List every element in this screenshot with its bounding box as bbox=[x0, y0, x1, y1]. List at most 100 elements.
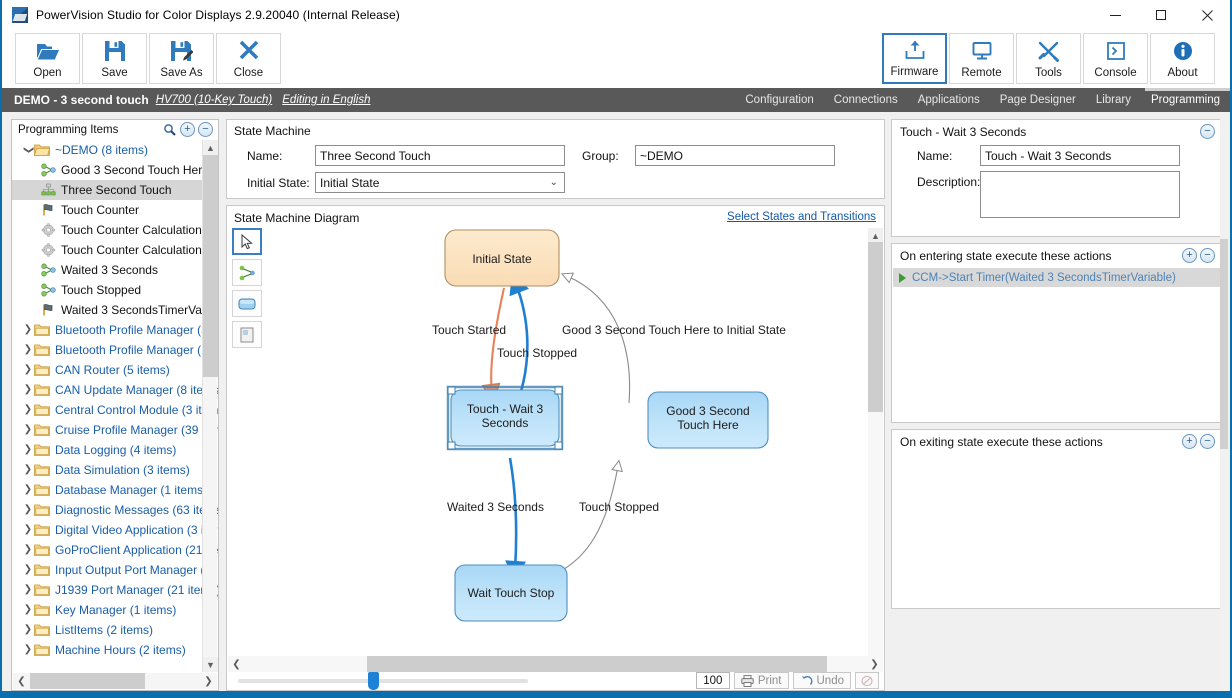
transition-tool[interactable] bbox=[232, 259, 262, 286]
chevron-right-icon[interactable]: ❯ bbox=[22, 405, 34, 415]
zoom-slider-thumb[interactable] bbox=[368, 671, 379, 690]
device-model-link[interactable]: HV700 (10-Key Touch) bbox=[156, 94, 273, 106]
tree-vertical-scrollbar[interactable]: ▲ ▼ bbox=[202, 140, 218, 672]
tree-horizontal-scrollbar[interactable]: ❮ ❯ bbox=[13, 673, 217, 689]
tools-button[interactable]: Tools bbox=[1016, 33, 1081, 84]
tree-folder-row[interactable]: ❯ J1939 Port Manager (21 items) bbox=[12, 580, 218, 600]
tree-item-row[interactable]: Touch Counter Calculation Ev bbox=[12, 240, 218, 260]
note-tool[interactable] bbox=[232, 321, 262, 348]
tree-item-row[interactable]: Touch Counter Calculation Ev bbox=[12, 220, 218, 240]
tree-item-row[interactable]: Touch Counter bbox=[12, 200, 218, 220]
remove-entering-action-button[interactable]: − bbox=[1200, 248, 1215, 263]
tree-folder-row[interactable]: ❯ Input Output Port Manager (1 i bbox=[12, 560, 218, 580]
tree-folder-row[interactable]: ❯ CAN Update Manager (8 items bbox=[12, 380, 218, 400]
tree-item-row[interactable]: Touch Stopped bbox=[12, 280, 218, 300]
tree-folder-row[interactable]: ❯ Machine Hours (2 items) bbox=[12, 640, 218, 660]
collapse-all-button[interactable]: − bbox=[198, 122, 213, 137]
close-file-button[interactable]: Close bbox=[216, 33, 281, 84]
expand-all-button[interactable]: + bbox=[180, 122, 195, 137]
remote-button[interactable]: Remote bbox=[949, 33, 1014, 84]
tree-folder-row[interactable]: ❯ Digital Video Application (3 iter bbox=[12, 520, 218, 540]
tree-folder-row[interactable]: ❯ Diagnostic Messages (63 items bbox=[12, 500, 218, 520]
group-input[interactable] bbox=[635, 145, 835, 166]
zoom-value[interactable]: 100 bbox=[695, 672, 730, 689]
tree-item-row[interactable]: Good 3 Second Touch Here bbox=[12, 160, 218, 180]
add-entering-action-button[interactable]: + bbox=[1182, 248, 1197, 263]
tab-programming[interactable]: Programming bbox=[1141, 88, 1230, 112]
tab-page-designer[interactable]: Page Designer bbox=[990, 88, 1086, 112]
save-button[interactable]: Save bbox=[82, 33, 147, 84]
undo-button[interactable]: Undo bbox=[792, 672, 851, 689]
open-button[interactable]: Open bbox=[15, 33, 80, 84]
chevron-right-icon[interactable]: ❯ bbox=[22, 565, 34, 575]
chevron-right-icon[interactable]: ❯ bbox=[22, 485, 34, 495]
pointer-tool[interactable] bbox=[232, 228, 262, 255]
select-states-transitions-link[interactable]: Select States and Transitions bbox=[727, 211, 876, 223]
chevron-right-icon[interactable]: ❯ bbox=[22, 365, 34, 375]
state-name-input[interactable] bbox=[980, 145, 1180, 166]
tree-folder-row[interactable]: ❯ Data Simulation (3 items) bbox=[12, 460, 218, 480]
chevron-right-icon[interactable]: ❯ bbox=[22, 625, 34, 635]
tree-hscroll-track[interactable] bbox=[30, 673, 200, 689]
tree-folder-row[interactable]: ❯ Database Manager (1 items) bbox=[12, 480, 218, 500]
chevron-right-icon[interactable]: ❯ bbox=[22, 505, 34, 515]
scroll-up-icon[interactable]: ▲ bbox=[203, 140, 218, 155]
tree-folder-row[interactable]: ❯ GoProClient Application (21 ite bbox=[12, 540, 218, 560]
maximize-button[interactable] bbox=[1138, 0, 1184, 30]
minimize-button[interactable] bbox=[1092, 0, 1138, 30]
tree-scroll-thumb[interactable] bbox=[203, 155, 218, 377]
chevron-right-icon[interactable]: ❯ bbox=[22, 525, 34, 535]
tree-folder-row[interactable]: ❯ Cruise Profile Manager (39 item bbox=[12, 420, 218, 440]
collapse-state-details-button[interactable]: − bbox=[1200, 124, 1215, 139]
canvas-vscroll-thumb[interactable] bbox=[868, 242, 883, 412]
print-button[interactable]: Print bbox=[733, 672, 789, 689]
console-button[interactable]: Console bbox=[1083, 33, 1148, 84]
chevron-right-icon[interactable]: ❯ bbox=[22, 605, 34, 615]
canvas-scroll-left-icon[interactable]: ❮ bbox=[228, 656, 245, 672]
tree-folder-row[interactable]: ❯ Data Logging (4 items) bbox=[12, 440, 218, 460]
canvas-hscroll-thumb[interactable] bbox=[367, 656, 827, 672]
firmware-button[interactable]: Firmware bbox=[882, 33, 947, 84]
chevron-right-icon[interactable]: ❯ bbox=[22, 545, 34, 555]
tree-hscroll-thumb[interactable] bbox=[30, 673, 145, 689]
editing-language-link[interactable]: Editing in English bbox=[282, 94, 370, 106]
chevron-right-icon[interactable]: ❯ bbox=[22, 425, 34, 435]
diagram-canvas[interactable]: Initial State Touch - Wait 3 Seconds Goo… bbox=[267, 228, 868, 656]
name-input[interactable] bbox=[315, 145, 565, 166]
initial-state-select[interactable]: Initial State ⌄ bbox=[315, 172, 565, 193]
tree-folder-row[interactable]: ❯ ~DEMO (8 items) bbox=[12, 140, 218, 160]
chevron-right-icon[interactable]: ❯ bbox=[22, 385, 34, 395]
tab-configuration[interactable]: Configuration bbox=[735, 88, 823, 112]
canvas-hscroll-track[interactable] bbox=[245, 656, 866, 672]
save-as-button[interactable]: Save As bbox=[149, 33, 214, 84]
canvas-vertical-scrollbar[interactable]: ▲ bbox=[868, 228, 883, 656]
chevron-right-icon[interactable]: ❯ bbox=[22, 465, 34, 475]
right-pane-scrollbar[interactable] bbox=[1220, 119, 1228, 691]
search-icon[interactable] bbox=[162, 122, 177, 137]
right-pane-scroll-thumb[interactable] bbox=[1220, 239, 1228, 449]
tree-folder-row[interactable]: ❯ Key Manager (1 items) bbox=[12, 600, 218, 620]
tree-folder-row[interactable]: ❯ ListItems (2 items) bbox=[12, 620, 218, 640]
tree-item-row[interactable]: Waited 3 SecondsTimerVaria bbox=[12, 300, 218, 320]
chevron-right-icon[interactable]: ❯ bbox=[22, 645, 34, 655]
tree-folder-row[interactable]: ❯ CAN Router (5 items) bbox=[12, 360, 218, 380]
chevron-right-icon[interactable]: ❯ bbox=[22, 325, 34, 335]
tab-connections[interactable]: Connections bbox=[824, 88, 908, 112]
chevron-right-icon[interactable]: ❯ bbox=[22, 445, 34, 455]
remove-exiting-action-button[interactable]: − bbox=[1200, 434, 1215, 449]
canvas-horizontal-scrollbar[interactable]: ❮ ❯ bbox=[228, 656, 883, 672]
tab-library[interactable]: Library bbox=[1086, 88, 1141, 112]
tree-item-row[interactable]: Three Second Touch bbox=[12, 180, 218, 200]
scroll-left-icon[interactable]: ❮ bbox=[13, 673, 30, 689]
state-description-input[interactable] bbox=[980, 171, 1180, 218]
close-button[interactable] bbox=[1184, 0, 1230, 30]
about-button[interactable]: About bbox=[1150, 33, 1215, 84]
tree-item-row[interactable]: Waited 3 Seconds bbox=[12, 260, 218, 280]
zoom-slider[interactable] bbox=[238, 671, 528, 690]
clear-format-button[interactable] bbox=[855, 672, 879, 689]
scroll-right-icon[interactable]: ❯ bbox=[200, 673, 217, 689]
canvas-scroll-right-icon[interactable]: ❯ bbox=[866, 656, 883, 672]
tab-applications[interactable]: Applications bbox=[908, 88, 990, 112]
tree-folder-row[interactable]: ❯ Central Control Module (3 items bbox=[12, 400, 218, 420]
chevron-right-icon[interactable]: ❯ bbox=[22, 585, 34, 595]
